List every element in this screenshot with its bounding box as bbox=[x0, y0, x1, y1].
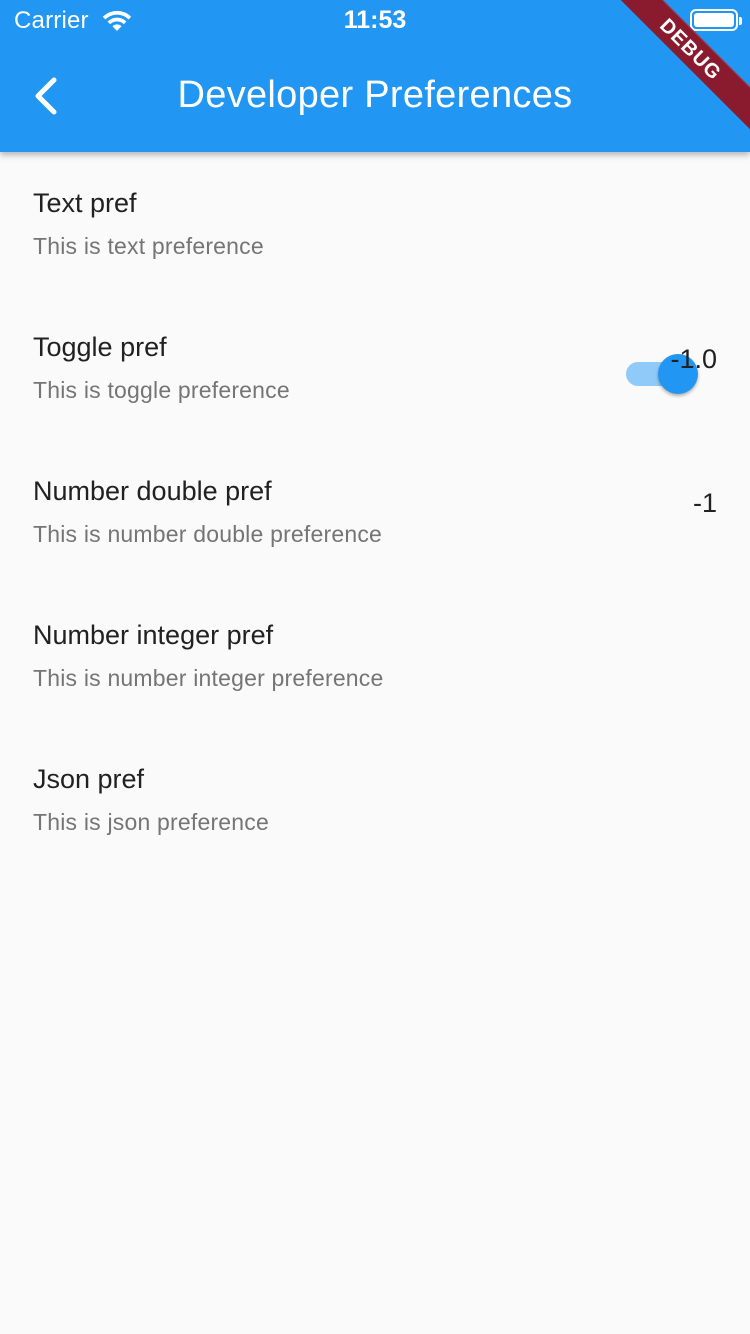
pref-subtitle: This is number double preference bbox=[33, 521, 383, 547]
pref-item-number-double[interactable]: Number double pref This is number double… bbox=[0, 440, 750, 584]
pref-item-json[interactable]: Json pref This is json preference bbox=[0, 728, 750, 872]
number-integer-value: -1 bbox=[692, 488, 717, 518]
pref-item-number-integer[interactable]: Number integer pref This is number integ… bbox=[0, 584, 750, 728]
pref-title: Toggle pref bbox=[33, 332, 167, 362]
preferences-list: Text pref This is text preference Toggle… bbox=[0, 152, 750, 872]
pref-title: Text pref bbox=[33, 188, 137, 218]
pref-title: Json pref bbox=[33, 764, 145, 794]
pref-item-text[interactable]: Text pref This is text preference bbox=[0, 152, 750, 296]
screen: Carrier 11:53 Developer Preferences DEBU… bbox=[0, 0, 750, 1334]
pref-title: Number double pref bbox=[33, 476, 272, 506]
pref-title: Number integer pref bbox=[33, 620, 274, 650]
number-double-value: -1.0 bbox=[670, 344, 717, 374]
pref-subtitle: This is json preference bbox=[33, 809, 269, 835]
battery-icon bbox=[690, 9, 742, 31]
pref-subtitle: This is toggle preference bbox=[33, 377, 290, 403]
pref-subtitle: This is number integer preference bbox=[33, 665, 384, 691]
pref-subtitle: This is text preference bbox=[33, 233, 264, 259]
app-bar: Carrier 11:53 Developer Preferences bbox=[0, 0, 750, 152]
page-title: Developer Preferences bbox=[177, 74, 573, 116]
